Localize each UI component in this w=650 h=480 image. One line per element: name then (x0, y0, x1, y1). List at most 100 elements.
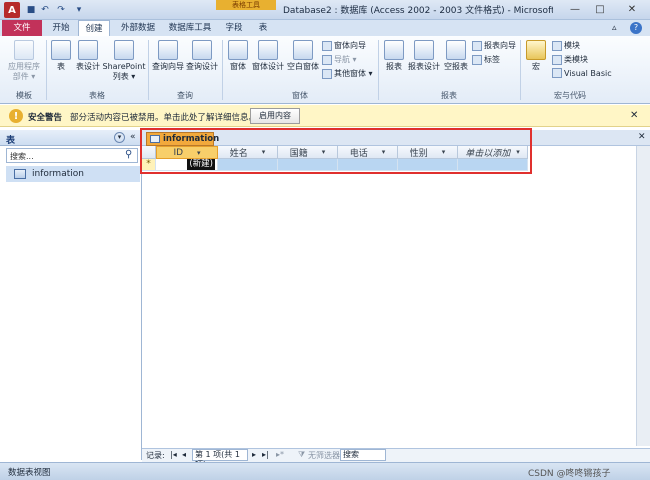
shutter-bar-close-icon[interactable]: « (130, 132, 136, 142)
table-tools-context-label: 表格工具 (216, 0, 276, 10)
title-bar: A ■ ↶ ↷ ▾ 表格工具 Database2 : 数据库 (Access 2… (0, 0, 650, 20)
tab-home[interactable]: 开始 (46, 20, 76, 36)
close-document-icon[interactable]: ✕ (638, 132, 646, 142)
module-icon (552, 40, 562, 51)
enable-content-button[interactable]: 启用内容 (250, 108, 300, 124)
minimize-icon[interactable]: — (564, 2, 586, 17)
tab-create[interactable]: 创建 (78, 20, 110, 36)
form-wizard-button[interactable]: 窗体向导 (322, 40, 366, 51)
ribbon-tabs: 文件 开始 创建 外部数据 数据库工具 字段 表 ▵ ? (0, 20, 650, 36)
group-label-templates: 模板 (16, 91, 32, 100)
filter-status[interactable]: 无筛选器 (308, 450, 340, 461)
macro-button[interactable]: 宏 (524, 40, 548, 72)
new-record-icon[interactable]: ▸* (276, 450, 284, 459)
class-module-icon (552, 54, 562, 65)
class-module-button[interactable]: 类模块 (552, 54, 588, 65)
blank-report-icon (446, 40, 466, 60)
close-warning-icon[interactable]: ✕ (630, 110, 638, 121)
app-parts-icon (14, 40, 34, 60)
table-design-button[interactable]: 表设计 (74, 40, 102, 72)
filter-icon[interactable]: ⧩ (298, 450, 305, 460)
group-label-tables: 表格 (89, 91, 105, 100)
report-wizard-button[interactable]: 报表向导 (472, 40, 516, 51)
form-icon (228, 40, 248, 60)
blank-form-button[interactable]: 空白窗体 (286, 40, 320, 72)
blank-form-icon (293, 40, 313, 60)
save-icon[interactable]: ■ (24, 3, 38, 17)
module-button[interactable]: 模块 (552, 40, 580, 51)
visual-basic-button[interactable]: Visual Basic (552, 68, 612, 78)
report-design-icon (414, 40, 434, 60)
more-forms-icon (322, 68, 332, 79)
view-status: 数据表视图 (8, 468, 51, 478)
table-design-icon (78, 40, 98, 60)
group-label-queries: 查询 (177, 91, 193, 100)
query-design-button[interactable]: 查询设计 (186, 40, 218, 72)
form-design-icon (258, 40, 278, 60)
labels-icon (472, 54, 482, 65)
query-wizard-icon (158, 40, 178, 60)
tab-table[interactable]: 表 (252, 20, 274, 36)
group-separator (520, 40, 521, 100)
visual-basic-icon (552, 68, 562, 78)
macro-icon (526, 40, 546, 60)
tab-file[interactable]: 文件 (2, 20, 42, 36)
navigation-pane: 表 ▾ « 搜索... ⚲ information (0, 130, 142, 460)
navigation-icon (322, 54, 332, 65)
sharepoint-lists-button[interactable]: SharePoint 列表 ▾ (103, 40, 145, 82)
report-button[interactable]: 报表 (382, 40, 406, 72)
close-icon[interactable]: ✕ (621, 2, 643, 17)
tab-fields[interactable]: 字段 (220, 20, 248, 36)
form-wizard-icon (322, 40, 332, 51)
last-record-icon[interactable]: ▸| (262, 450, 269, 459)
group-separator (148, 40, 149, 100)
nav-item-information[interactable]: information (6, 166, 140, 182)
search-icon[interactable]: ⚲ (125, 149, 132, 160)
next-record-icon[interactable]: ▸ (252, 450, 256, 459)
vertical-scrollbar[interactable] (636, 146, 650, 446)
access-logo-icon[interactable]: A (4, 2, 20, 18)
ribbon: 应用程序 部件 ▾ 模板 表 表设计 SharePoint 列表 ▾ 表格 查询… (0, 36, 650, 104)
redo-icon[interactable]: ↷ (54, 3, 68, 17)
report-icon (384, 40, 404, 60)
highlight-frame (140, 128, 532, 174)
table-icon (51, 40, 71, 60)
status-bar: 数据表视图 CSDN @咚咚锵孩子 (0, 462, 650, 480)
maximize-icon[interactable]: □ (589, 2, 611, 17)
group-separator (46, 40, 47, 100)
security-warning-bar: ! 安全警告 部分活动内容已被禁用。单击此处了解详细信息。 启用内容 ✕ (0, 105, 650, 127)
previous-record-icon[interactable]: ◂ (182, 450, 186, 459)
ribbon-collapse-icon[interactable]: ▵ (612, 23, 617, 33)
nav-search-input[interactable]: 搜索... ⚲ (6, 148, 138, 163)
help-icon[interactable]: ? (630, 22, 642, 34)
sharepoint-icon (114, 40, 134, 60)
security-title: 安全警告 (28, 113, 63, 123)
customize-qat-icon[interactable]: ▾ (72, 3, 86, 17)
query-wizard-button[interactable]: 查询向导 (152, 40, 184, 72)
nav-pane-header[interactable]: 表 ▾ « (0, 130, 142, 146)
report-design-button[interactable]: 报表设计 (408, 40, 440, 72)
first-record-icon[interactable]: |◂ (170, 450, 177, 459)
form-button[interactable]: 窗体 (226, 40, 250, 72)
table-button[interactable]: 表 (50, 40, 72, 72)
tab-external-data[interactable]: 外部数据 (114, 20, 162, 36)
navigation-button[interactable]: 导航 ▾ (322, 54, 357, 65)
labels-button[interactable]: 标签 (472, 54, 500, 65)
record-label: 记录: (146, 451, 165, 460)
app-parts-button[interactable]: 应用程序 部件 ▾ (6, 40, 42, 82)
nav-search-placeholder: 搜索... (10, 152, 34, 161)
security-message[interactable]: 部分活动内容已被禁用。单击此处了解详细信息。 (70, 111, 257, 123)
form-design-button[interactable]: 窗体设计 (252, 40, 284, 72)
record-search-input[interactable]: 搜索 (340, 449, 386, 461)
nav-dropdown-icon[interactable]: ▾ (114, 132, 125, 143)
blank-report-button[interactable]: 空报表 (442, 40, 470, 72)
nav-item-label: information (32, 169, 84, 179)
group-label-forms: 窗体 (292, 91, 308, 100)
undo-icon[interactable]: ↶ (38, 3, 52, 17)
watermark: CSDN @咚咚锵孩子 (528, 469, 611, 479)
query-design-icon (192, 40, 212, 60)
table-icon (14, 169, 26, 179)
tab-database-tools[interactable]: 数据库工具 (164, 20, 216, 36)
record-position-field[interactable]: 第 1 项(共 1 项) (192, 449, 248, 469)
more-forms-button[interactable]: 其他窗体 ▾ (322, 68, 373, 79)
